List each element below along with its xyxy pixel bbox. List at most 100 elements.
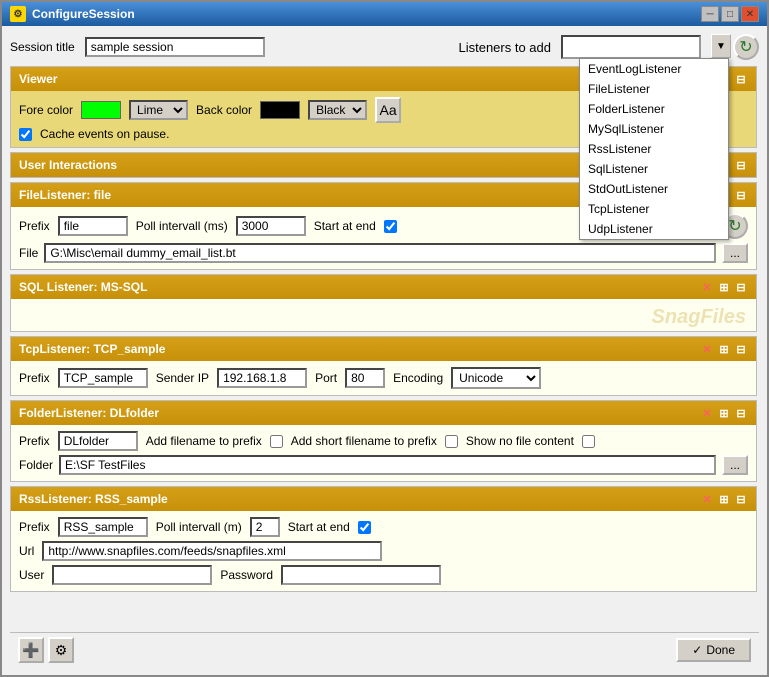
fl-poll-input[interactable]	[236, 216, 306, 236]
dropdown-item-eventlog[interactable]: EventLogListener	[580, 59, 728, 79]
dropdown-item-stdout[interactable]: StdOutListener	[580, 179, 728, 199]
rss-user-label: User	[19, 568, 44, 582]
back-color-select[interactable]: Black White Gray	[308, 100, 367, 120]
fore-color-select[interactable]: Lime Red Blue White	[129, 100, 188, 120]
folder-add-short-checkbox[interactable]	[445, 435, 458, 448]
folder-row1: Prefix Add filename to prefix Add short …	[19, 431, 748, 451]
viewer-font-button[interactable]: Aa	[375, 97, 401, 123]
folder-path-input[interactable]	[59, 455, 716, 475]
sql-icon2[interactable]: ⊟	[734, 280, 748, 294]
cache-events-label: Cache events on pause.	[40, 127, 169, 141]
listeners-dropdown-wrapper: ▼ ↻ EventLogListener FileListener Folder…	[561, 34, 759, 60]
rss-row2: Url	[19, 541, 748, 561]
fl-prefix-input[interactable]	[58, 216, 128, 236]
listeners-refresh-button[interactable]: ↻	[733, 34, 759, 60]
rss-row1: Prefix Poll intervall (m) Start at end	[19, 517, 748, 537]
rss-start-label: Start at end	[288, 520, 350, 534]
rss-listener-body: Prefix Poll intervall (m) Start at end U…	[11, 511, 756, 591]
tcp-listener-header-icons: ✕ ⊞ ⊟	[700, 342, 748, 356]
rss-icon2[interactable]: ⊟	[734, 492, 748, 506]
tcp-prefix-label: Prefix	[19, 371, 50, 385]
fl2-icon1[interactable]: ⊞	[717, 406, 731, 420]
rss-start-checkbox[interactable]	[358, 521, 371, 534]
fore-color-box[interactable]	[81, 101, 121, 119]
fl2-icon2[interactable]: ⊟	[734, 406, 748, 420]
fl-start-checkbox[interactable]	[384, 220, 397, 233]
viewer-icon2[interactable]: ⊟	[734, 72, 748, 86]
folder-add-filename-checkbox[interactable]	[270, 435, 283, 448]
fl-file-input[interactable]	[44, 243, 716, 263]
tcp-delete-icon[interactable]: ✕	[700, 342, 714, 356]
rss-poll-input[interactable]	[250, 517, 280, 537]
cache-events-checkbox[interactable]	[19, 128, 32, 141]
main-window: ⚙ ConfigureSession ─ □ ✕ Session title L…	[0, 0, 769, 677]
back-color-box[interactable]	[260, 101, 300, 119]
fl-prefix-label: Prefix	[19, 219, 50, 233]
rss-icon1[interactable]: ⊞	[717, 492, 731, 506]
folder-no-content-label: Show no file content	[466, 434, 574, 448]
ui-icon2[interactable]: ⊟	[734, 158, 748, 172]
folder-listener-header: FolderListener: DLfolder ✕ ⊞ ⊟	[11, 401, 756, 425]
listeners-dropdown-input[interactable]	[561, 35, 701, 59]
dropdown-item-folder[interactable]: FolderListener	[580, 99, 728, 119]
rss-url-label: Url	[19, 544, 34, 558]
listeners-label: Listeners to add	[458, 40, 551, 55]
tcp-encoding-label: Encoding	[393, 371, 443, 385]
minimize-button[interactable]: ─	[701, 6, 719, 22]
rss-poll-label: Poll intervall (m)	[156, 520, 242, 534]
fl2-delete-icon[interactable]: ✕	[700, 406, 714, 420]
dropdown-item-mysql[interactable]: MySqlListener	[580, 119, 728, 139]
bottom-left-icons: ➕ ⚙	[18, 637, 74, 663]
rss-row3: User Password	[19, 565, 748, 585]
tcp-listener-body: Prefix Sender IP Port Encoding Unicode U…	[11, 361, 756, 395]
sql-listener-title: SQL Listener: MS-SQL	[19, 280, 700, 294]
listeners-dropdown-arrow[interactable]: ▼	[711, 34, 731, 58]
bottom-icon-config[interactable]: ⚙	[48, 637, 74, 663]
folder-row2: Folder ...	[19, 455, 748, 475]
rss-prefix-label: Prefix	[19, 520, 50, 534]
rss-delete-icon[interactable]: ✕	[700, 492, 714, 506]
dropdown-item-udp[interactable]: UdpListener	[580, 219, 728, 239]
tcp-ip-label: Sender IP	[156, 371, 209, 385]
dropdown-item-tcp[interactable]: TcpListener	[580, 199, 728, 219]
rss-url-input[interactable]	[42, 541, 382, 561]
top-bar: Session title Listeners to add ▼ ↻ Event…	[10, 34, 759, 60]
content-area: Session title Listeners to add ▼ ↻ Event…	[2, 26, 767, 675]
session-title-label: Session title	[10, 40, 75, 54]
sql-listener-section: SQL Listener: MS-SQL ✕ ⊞ ⊟ SnagFiles	[10, 274, 757, 332]
file-listener-row2: File ...	[19, 243, 748, 263]
window-controls: ─ □ ✕	[701, 6, 759, 22]
close-button[interactable]: ✕	[741, 6, 759, 22]
tcp-icon1[interactable]: ⊞	[717, 342, 731, 356]
dropdown-item-sql[interactable]: SqlListener	[580, 159, 728, 179]
done-button[interactable]: ✓ Done	[676, 638, 751, 662]
tcp-encoding-select[interactable]: Unicode UTF-8 ASCII	[451, 367, 541, 389]
folder-prefix-input[interactable]	[58, 431, 138, 451]
rss-prefix-input[interactable]	[58, 517, 148, 537]
sql-delete-icon[interactable]: ✕	[700, 280, 714, 294]
folder-browse-button[interactable]: ...	[722, 455, 748, 475]
sql-watermark: SnagFiles	[652, 306, 746, 329]
rss-listener-header-icons: ✕ ⊞ ⊟	[700, 492, 748, 506]
session-title-input[interactable]	[85, 37, 265, 57]
sql-icon1[interactable]: ⊞	[717, 280, 731, 294]
rss-user-input[interactable]	[52, 565, 212, 585]
dropdown-item-file[interactable]: FileListener	[580, 79, 728, 99]
window-title: ConfigureSession	[32, 7, 695, 21]
fl-browse-button[interactable]: ...	[722, 243, 748, 263]
tcp-icon2[interactable]: ⊟	[734, 342, 748, 356]
folder-listener-header-icons: ✕ ⊞ ⊟	[700, 406, 748, 420]
listeners-dropdown-list: EventLogListener FileListener FolderList…	[579, 58, 729, 240]
tcp-listener-title: TcpListener: TCP_sample	[19, 342, 700, 356]
dropdown-item-rss[interactable]: RssListener	[580, 139, 728, 159]
tcp-ip-input[interactable]	[217, 368, 307, 388]
fl-icon2[interactable]: ⊟	[734, 188, 748, 202]
maximize-button[interactable]: □	[721, 6, 739, 22]
rss-password-input[interactable]	[281, 565, 441, 585]
tcp-prefix-input[interactable]	[58, 368, 148, 388]
title-bar: ⚙ ConfigureSession ─ □ ✕	[2, 2, 767, 26]
folder-add-short-label: Add short filename to prefix	[291, 434, 437, 448]
tcp-port-input[interactable]	[345, 368, 385, 388]
folder-no-content-checkbox[interactable]	[582, 435, 595, 448]
bottom-icon-add[interactable]: ➕	[18, 637, 44, 663]
